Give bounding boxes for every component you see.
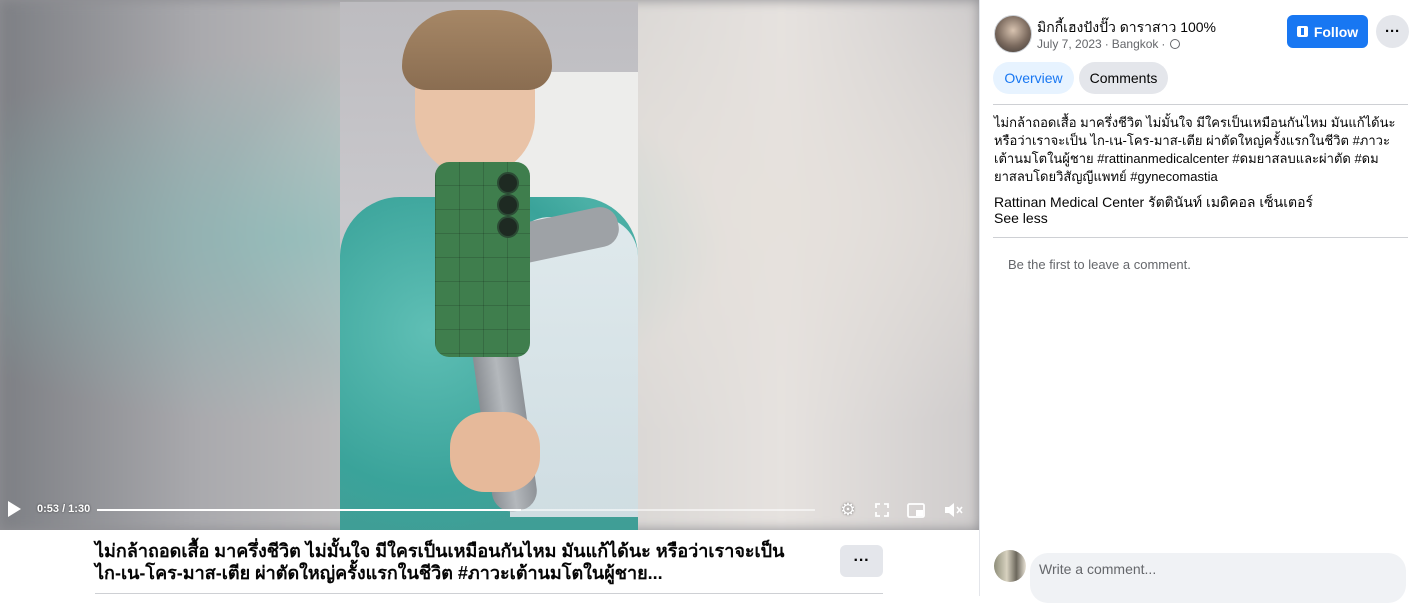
caption-divider bbox=[95, 593, 883, 594]
description-divider bbox=[993, 237, 1408, 238]
empty-comments-text: Be the first to leave a comment. bbox=[1008, 257, 1191, 272]
follow-button[interactable]: Follow bbox=[1287, 15, 1368, 48]
follow-label: Follow bbox=[1313, 23, 1359, 40]
author-avatar[interactable] bbox=[994, 15, 1032, 53]
caption-line-1: ไม่กล้าถอดเสื้อ มาครึ่งชีวิต ไม่มั้นใจ ม… bbox=[95, 541, 785, 561]
tab-overview[interactable]: Overview bbox=[993, 62, 1074, 94]
camera-lens-icon bbox=[497, 216, 519, 238]
tab-comments[interactable]: Comments bbox=[1079, 62, 1168, 94]
meta-separator: · bbox=[1104, 37, 1109, 51]
video-player[interactable]: 0:53 / 1:30 ⚙ bbox=[0, 0, 979, 530]
camera-lens-icon bbox=[497, 172, 519, 194]
fullscreen-icon[interactable] bbox=[871, 499, 893, 521]
video-progress bbox=[97, 509, 521, 511]
settings-gear-icon[interactable]: ⚙ bbox=[837, 499, 859, 521]
video-frame[interactable] bbox=[340, 2, 638, 530]
see-less-link[interactable]: See less bbox=[994, 210, 1048, 226]
camera-lens-icon bbox=[497, 194, 519, 216]
play-icon[interactable] bbox=[8, 501, 21, 517]
video-hand bbox=[450, 412, 540, 492]
follow-icon bbox=[1296, 26, 1308, 37]
post-date[interactable]: July 7, 2023 bbox=[1037, 37, 1102, 51]
video-controls: 0:53 / 1:30 ⚙ bbox=[0, 494, 979, 526]
meta-separator: · bbox=[1161, 37, 1166, 51]
video-timeline[interactable] bbox=[97, 509, 815, 511]
video-phone bbox=[435, 162, 530, 357]
author-name[interactable]: มิกกี้เฮงปังปั๊ว ดาราสาว 100% bbox=[1037, 17, 1216, 39]
caption-line-2: ไก-เน-โคร-มาส-เตีย ผ่าตัดใหญ่ครั้งแรกในช… bbox=[95, 563, 663, 583]
post-description: ไม่กล้าถอดเสื้อ มาครึ่งชีวิต ไม่มั้นใจ ม… bbox=[994, 115, 1396, 184]
video-caption: ไม่กล้าถอดเสื้อ มาครึ่งชีวิต ไม่มั้นใจ ม… bbox=[95, 540, 820, 584]
post-sidebar: มิกกี้เฮงปังปั๊ว ดาราสาว 100% July 7, 20… bbox=[979, 0, 1409, 603]
video-time: 0:53 / 1:30 bbox=[37, 503, 91, 515]
picture-in-picture-icon[interactable] bbox=[905, 499, 927, 521]
video-hair bbox=[402, 10, 552, 90]
volume-muted-icon[interactable] bbox=[943, 499, 965, 521]
post-meta: July 7, 2023 · Bangkok · bbox=[1037, 37, 1181, 51]
post-location[interactable]: Bangkok bbox=[1112, 37, 1159, 51]
globe-icon bbox=[1170, 39, 1181, 49]
current-user-avatar[interactable] bbox=[994, 550, 1026, 582]
comment-input[interactable]: Write a comment... bbox=[1039, 561, 1156, 577]
tabs-divider bbox=[993, 104, 1408, 105]
caption-more-button[interactable]: ··· bbox=[840, 545, 883, 577]
more-options-button[interactable]: ··· bbox=[1376, 15, 1409, 48]
